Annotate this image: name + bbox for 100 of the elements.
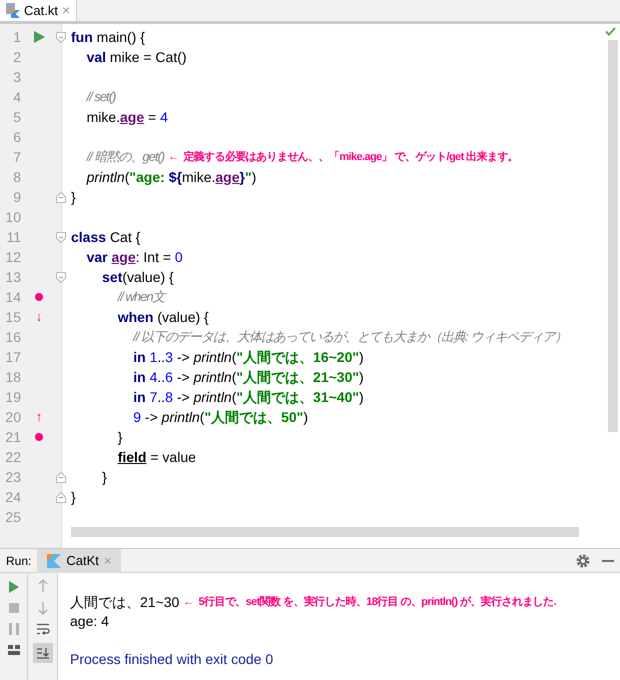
code-token: Process finished with exit code 0 [70, 650, 274, 669]
code-token: "人間では、31~40" [236, 388, 359, 404]
kotlin-logo-icon [47, 554, 62, 568]
code-token: = value [150, 448, 196, 466]
line-number: 21 [4, 428, 22, 446]
line-number: 25 [4, 508, 22, 526]
code-token: age [215, 168, 240, 187]
fold-icon[interactable] [56, 472, 66, 482]
code-token: 4 [150, 368, 158, 386]
fold-icon[interactable] [56, 232, 66, 242]
code-token: mike = Cat() [110, 48, 187, 67]
code-token: " [244, 168, 252, 184]
arrow-marker: ↑ [34, 408, 44, 426]
line-number: 9 [12, 188, 22, 206]
code-token: -> [176, 348, 191, 366]
code-token: } [71, 188, 76, 207]
run-tab[interactable]: CatKt × [37, 548, 122, 572]
run-icon[interactable] [34, 31, 45, 43]
line-number: 15 [4, 308, 22, 326]
code-token: ( [232, 388, 236, 407]
down-arrow-icon[interactable] [38, 601, 48, 615]
code-token: ) [359, 348, 364, 367]
code-token: age: 4 [70, 612, 109, 631]
fold-icon[interactable] [56, 192, 66, 202]
line-number: 6 [12, 128, 22, 146]
code-token: age [111, 248, 136, 267]
code-token: } [240, 168, 245, 187]
fold-icon[interactable] [56, 492, 66, 502]
line-number: 22 [4, 448, 22, 466]
horizontal-scrollbar[interactable] [71, 527, 579, 537]
vertical-scrollbar[interactable] [608, 40, 618, 432]
code-token: in [133, 388, 146, 406]
code-token: var [86, 248, 109, 266]
annotation-text: ← 定義する必要はありません、、「mike.age」 で、ゲット/get 出来ます。 [168, 150, 518, 165]
line-number: 3 [12, 68, 22, 86]
editor-tab[interactable]: Cat.kt × [0, 0, 78, 21]
tab-label: CatKt [66, 552, 99, 570]
fold-icon[interactable] [56, 272, 66, 282]
layout-icon[interactable] [8, 645, 20, 655]
minimize-icon[interactable] [602, 560, 614, 562]
kotlin-file-icon [6, 3, 20, 18]
code-token: println [86, 168, 125, 187]
code-token: set [102, 268, 122, 286]
line-number: 4 [12, 88, 22, 106]
annotation-text: ← 5行目で、set関数 を、実行した時、18行目 の、println() が、実行されました. [183, 594, 556, 610]
soft-wrap-icon[interactable] [36, 623, 50, 635]
line-number: 8 [12, 168, 22, 186]
line-number: 13 [4, 268, 22, 286]
code-token: field [118, 448, 146, 466]
line-number: 23 [4, 468, 22, 486]
code-token: ${ [168, 168, 182, 187]
code-token: ( [232, 348, 236, 367]
arrow-marker: ↓ [34, 308, 44, 326]
fold-icon[interactable] [56, 32, 66, 42]
stop-icon[interactable] [8, 603, 18, 613]
code-token: // set() [86, 88, 116, 106]
code-token: 4 [160, 108, 168, 126]
code-token: // 以下のデータは、大体はあっているが、とても大まか（出典: ウィキペディア） [133, 328, 566, 346]
code-token: -> [176, 388, 191, 406]
code-token: // 暗黙の、get() [86, 148, 164, 166]
code-token: println [194, 348, 232, 367]
code-token: "人間では、16~20" [236, 348, 359, 364]
code-token: .. [157, 368, 166, 386]
code-token: println [162, 408, 200, 427]
code-token: } [71, 488, 76, 507]
code-token: ) [252, 168, 256, 187]
code-token: 8 [165, 388, 173, 406]
code-token: in [133, 368, 146, 386]
code-token: .. [157, 388, 166, 406]
code-token: "age: [129, 168, 166, 187]
line-number: 18 [4, 368, 22, 386]
pause-icon[interactable] [8, 623, 18, 635]
code-token: (value) { [157, 308, 209, 327]
code-token: ( [124, 168, 130, 187]
code-token: when [118, 308, 154, 326]
settings-icon[interactable] [576, 554, 590, 568]
code-token: ) [303, 408, 308, 427]
code-token: fun [71, 28, 93, 46]
code-token: 人間では、21~30 [70, 593, 180, 612]
code-token: } [118, 428, 122, 447]
run-label: Run: [5, 552, 32, 570]
line-number: 2 [12, 48, 22, 66]
line-number: 24 [4, 488, 22, 506]
code-token: mike. [86, 108, 120, 126]
line-number: 12 [4, 248, 22, 266]
line-number: 16 [4, 328, 22, 346]
code-token: .. [157, 348, 166, 366]
up-arrow-icon[interactable] [38, 579, 48, 593]
code-token: val [86, 48, 106, 66]
line-number: 5 [12, 108, 22, 126]
code-token: : Int = [136, 248, 172, 266]
code-token: = [148, 108, 158, 126]
run-icon[interactable] [8, 581, 18, 593]
code-token: (value) { [122, 268, 174, 287]
code-token: in [133, 348, 146, 366]
code-token: 0 [174, 248, 183, 266]
code-token: class [71, 228, 106, 246]
code-token: "人間では、50" [204, 408, 304, 424]
scroll-to-end-button[interactable] [32, 643, 52, 663]
code-token: println [194, 368, 232, 387]
